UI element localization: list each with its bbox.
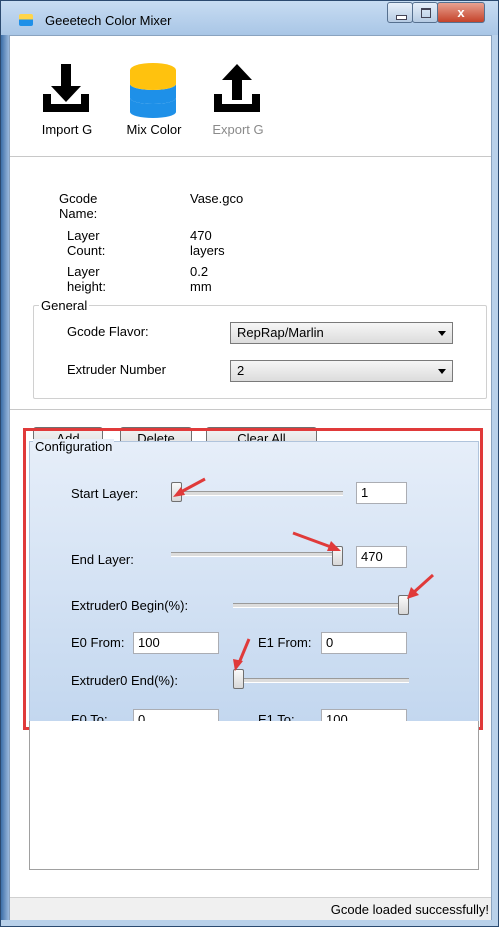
layer-height-label: Layer height: xyxy=(67,264,107,294)
gcode-flavor-label: Gcode Flavor: xyxy=(67,324,149,339)
status-text: Gcode loaded successfully! xyxy=(330,902,489,917)
gcode-flavor-value: RepRap/Marlin xyxy=(237,325,324,340)
toolbar-divider xyxy=(10,156,491,157)
app-window: Geeetech Color Mixer x Import G Mix Colo… xyxy=(0,0,499,927)
extruder-number-select[interactable]: 2 xyxy=(230,360,453,382)
layer-count-value: 470 layers xyxy=(190,228,225,258)
gcode-name-label: Gcode Name: xyxy=(59,191,98,221)
minimize-icon xyxy=(396,15,407,20)
status-bar: Gcode loaded successfully! xyxy=(10,897,491,920)
maximize-icon xyxy=(421,8,431,18)
import-label: Import G xyxy=(41,122,93,137)
export-label: Export G xyxy=(212,122,264,137)
export-gcode-button[interactable]: Export G xyxy=(202,58,274,137)
import-gcode-button[interactable]: Import G xyxy=(32,58,102,137)
window-title: Geeetech Color Mixer xyxy=(45,13,172,28)
close-icon: x xyxy=(457,5,465,20)
mix-color-button[interactable]: Mix Color xyxy=(116,58,192,137)
annotation-arrow-icon xyxy=(292,531,341,551)
layer-count-label: Layer Count: xyxy=(67,228,106,258)
config-list-area xyxy=(29,721,479,870)
chevron-down-icon xyxy=(438,331,446,336)
general-divider xyxy=(10,409,491,410)
extruder-number-value: 2 xyxy=(237,363,245,378)
general-title: General xyxy=(39,298,90,313)
import-tray-icon xyxy=(43,64,89,112)
gcode-name-value: Vase.gco xyxy=(190,191,244,206)
toolbar: Import G Mix Color Export G xyxy=(10,36,491,156)
minimize-button[interactable] xyxy=(387,2,413,23)
close-button[interactable]: x xyxy=(437,2,485,23)
mix-label: Mix Color xyxy=(126,122,182,137)
app-icon xyxy=(19,14,33,26)
annotation-arrow-icon xyxy=(233,638,251,671)
title-bar[interactable]: Geeetech Color Mixer x xyxy=(1,1,498,35)
database-stack-icon xyxy=(130,63,176,118)
general-groupbox xyxy=(33,305,487,399)
gcode-flavor-select[interactable]: RepRap/Marlin xyxy=(230,322,453,344)
annotation-arrow-icon xyxy=(407,573,435,599)
annotation-arrow-icon xyxy=(173,477,206,497)
layer-height-value: 0.2 mm xyxy=(190,264,212,294)
export-tray-icon xyxy=(214,64,260,112)
extruder-number-label: Extruder Number xyxy=(67,362,166,377)
maximize-button[interactable] xyxy=(412,2,438,23)
window-left-edge xyxy=(1,35,9,920)
chevron-down-icon xyxy=(438,369,446,374)
